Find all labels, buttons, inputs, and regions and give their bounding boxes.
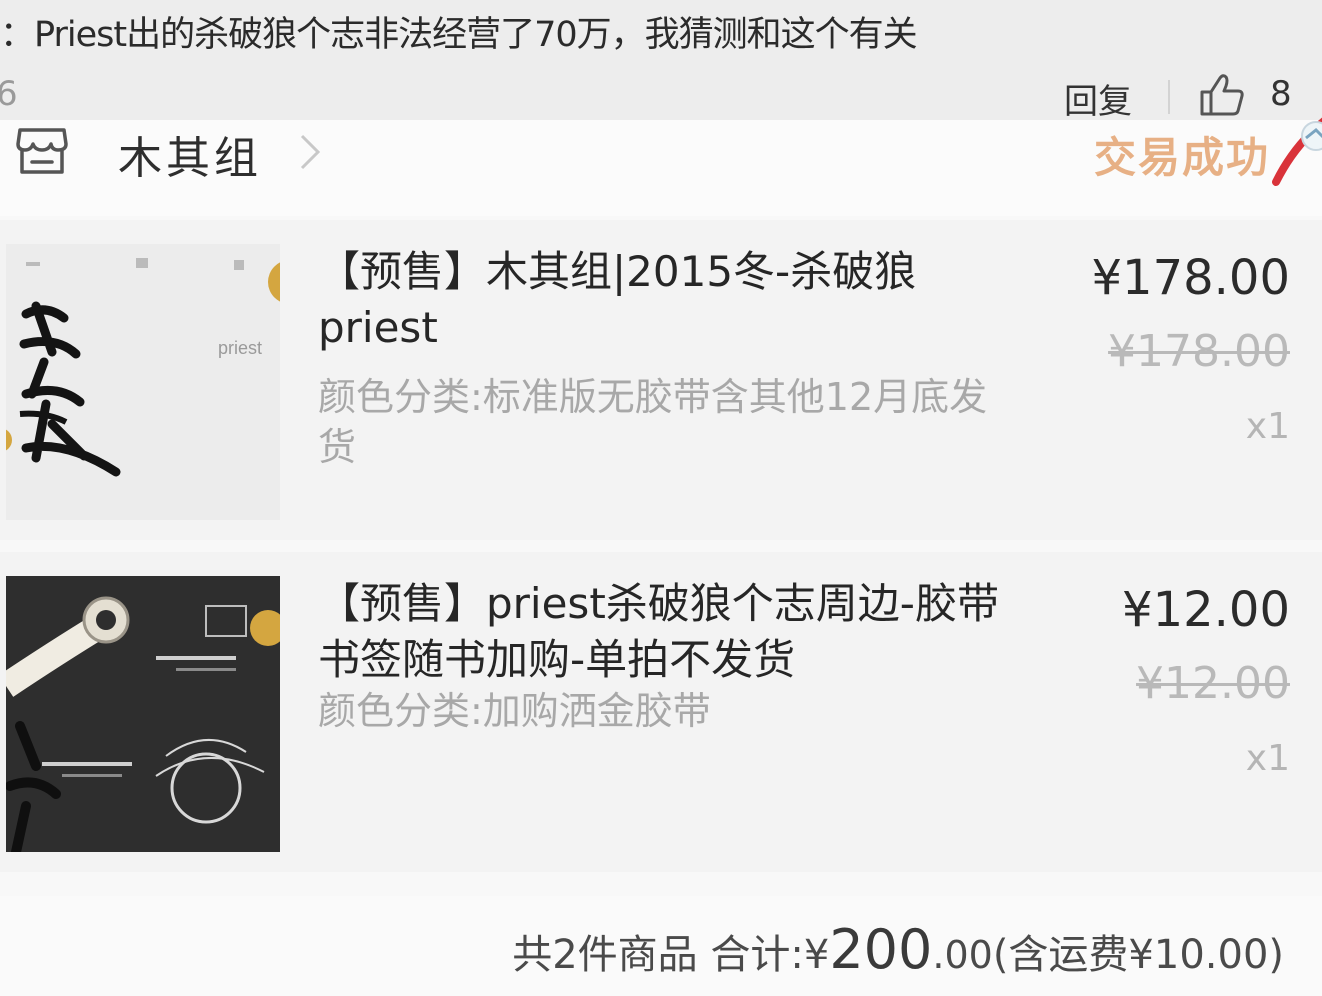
product-variant: 颜色分类:标准版无胶带含其他12月底发货	[318, 375, 988, 469]
comment-text: ：Priest出的杀破狼个志非法经营了70万，我猜测和这个有关	[0, 15, 918, 55]
reply-button[interactable]: 回复	[1064, 74, 1132, 123]
like-button[interactable]	[1198, 72, 1246, 118]
product-thumbnail: priest	[6, 244, 280, 520]
product-title[interactable]: 【预售】priest杀破狼个志周边-胶带书签随书加购-单拍不发货	[318, 576, 1018, 688]
product-original-price: ¥12.00	[1136, 658, 1290, 709]
product-quantity: x1	[1245, 738, 1290, 779]
order-summary: 共2件商品 合计:¥200.00(含运费¥10.00)	[0, 896, 1322, 996]
comment-row: ：Priest出的杀破狼个志非法经营了70万，我猜测和这个有关 6 回复 8	[0, 0, 1322, 123]
stamp-decoration	[1272, 117, 1322, 186]
like-count: 8	[1270, 74, 1292, 114]
order-card: 木其组 交易成功 priest 【预售】木其组|2015冬-杀破狼priest …	[0, 117, 1322, 996]
order-total: 共2件商品 合计:¥200.00(含运费¥10.00)	[512, 918, 1284, 981]
product-thumbnail	[6, 576, 280, 852]
summary-prefix: 共2件商品 合计:¥	[512, 932, 830, 978]
chevron-right-icon	[300, 134, 321, 170]
product-variant: 颜色分类:加购洒金胶带	[318, 689, 711, 733]
product-quantity: x1	[1245, 406, 1290, 447]
comment-meta: 6	[0, 74, 18, 114]
product-title[interactable]: 【预售】木其组|2015冬-杀破狼priest	[318, 244, 1018, 356]
product-price: ¥178.00	[1091, 250, 1291, 306]
shop-header[interactable]: 木其组 交易成功	[0, 117, 1322, 216]
order-item[interactable]: 【预售】priest杀破狼个志周边-胶带书签随书加购-单拍不发货 颜色分类:加购…	[0, 552, 1322, 872]
store-icon	[16, 128, 68, 174]
thumb-up-icon	[1200, 74, 1244, 116]
total-decimal: .00	[932, 933, 993, 977]
thumb-text: priest	[218, 338, 262, 358]
total-amount: 200	[829, 918, 933, 981]
order-item[interactable]: priest 【预售】木其组|2015冬-杀破狼priest 颜色分类:标准版无…	[0, 220, 1322, 540]
order-status: 交易成功	[1094, 133, 1271, 182]
product-price: ¥12.00	[1122, 582, 1290, 638]
shipping-fee: (含运费¥10.00)	[992, 932, 1284, 978]
divider	[1168, 80, 1170, 114]
shop-name[interactable]: 木其组	[118, 122, 262, 186]
product-original-price: ¥178.00	[1108, 326, 1290, 377]
